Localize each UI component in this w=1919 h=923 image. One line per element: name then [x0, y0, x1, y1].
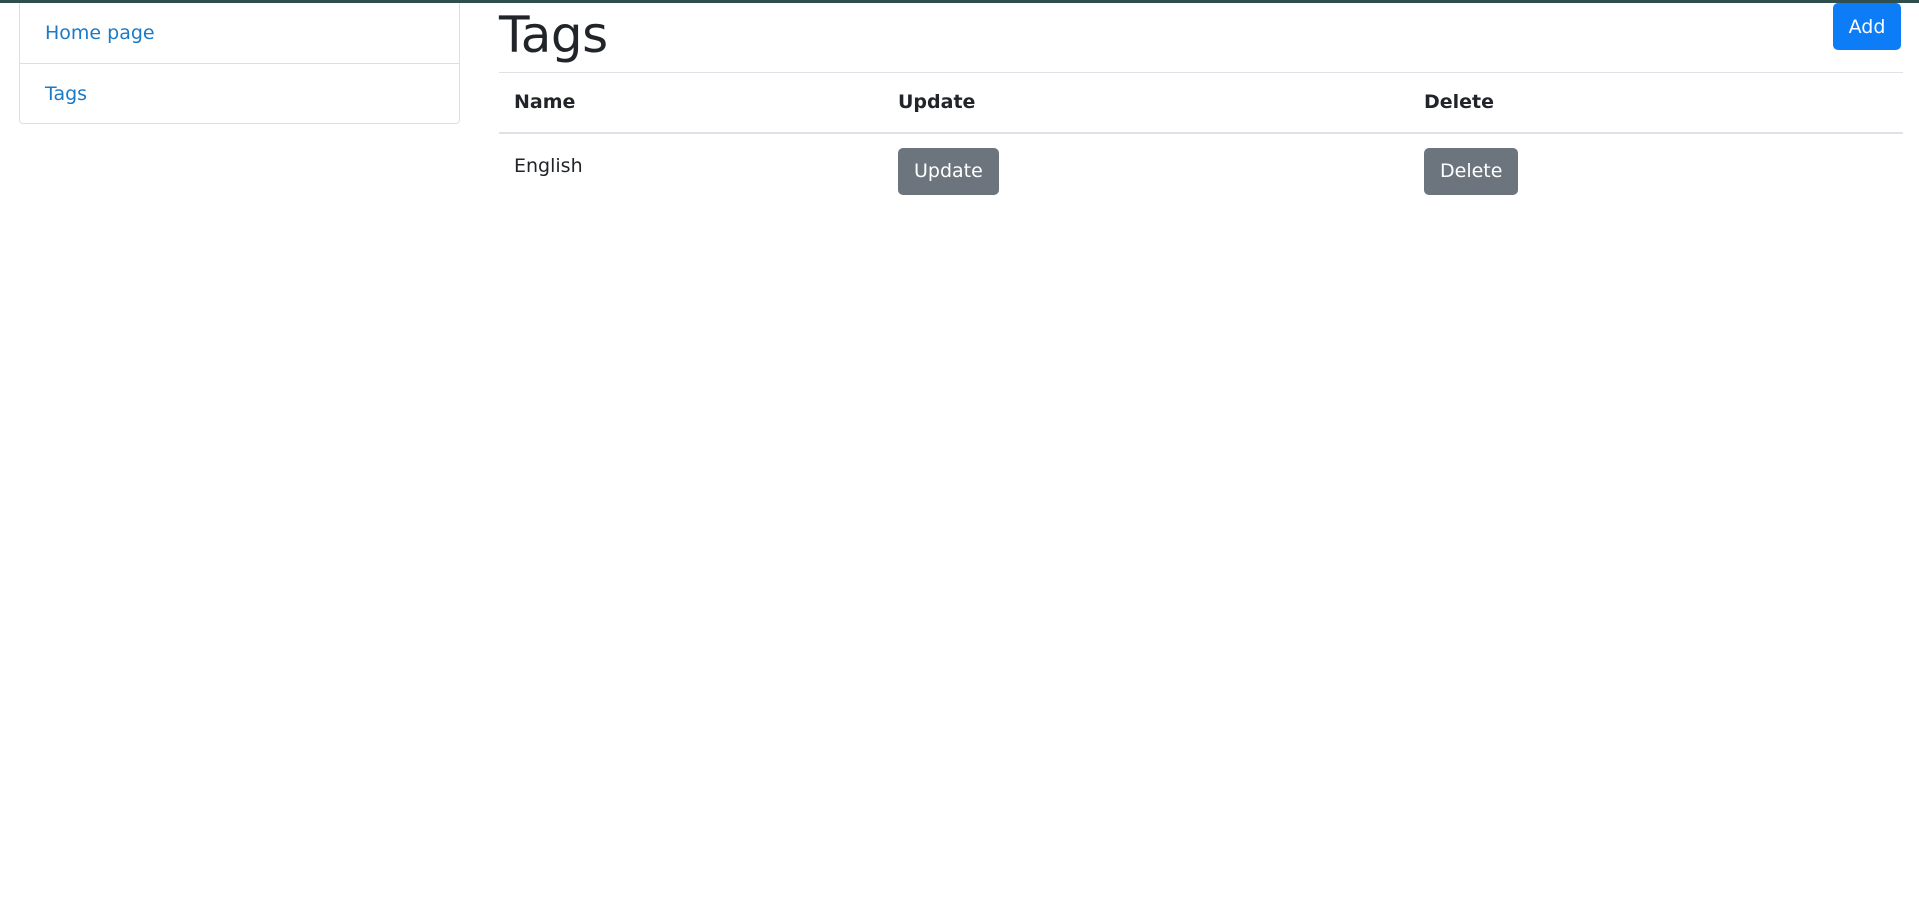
tags-table: Name Update Delete English Update Delete [499, 72, 1903, 208]
main-content: Tags Name Update Delete English Update D… [499, 3, 1903, 208]
sidebar-nav: Home page Tags [19, 3, 460, 124]
sidebar-item-tags[interactable]: Tags [20, 63, 459, 123]
table-header-row: Name Update Delete [499, 72, 1903, 134]
add-button[interactable]: Add [1833, 3, 1901, 50]
table-row: English Update Delete [499, 133, 1903, 208]
page-title: Tags [499, 6, 608, 64]
delete-button[interactable]: Delete [1424, 147, 1519, 195]
update-button[interactable]: Update [898, 147, 999, 195]
sidebar-item-home[interactable]: Home page [20, 3, 459, 63]
column-header-delete: Delete [1409, 72, 1903, 134]
column-header-name: Name [499, 72, 883, 134]
column-header-update: Update [883, 72, 1409, 134]
tag-name: English [514, 154, 583, 177]
tag-name-cell: English [499, 133, 883, 208]
update-cell: Update [883, 133, 1409, 208]
delete-cell: Delete [1409, 133, 1903, 208]
